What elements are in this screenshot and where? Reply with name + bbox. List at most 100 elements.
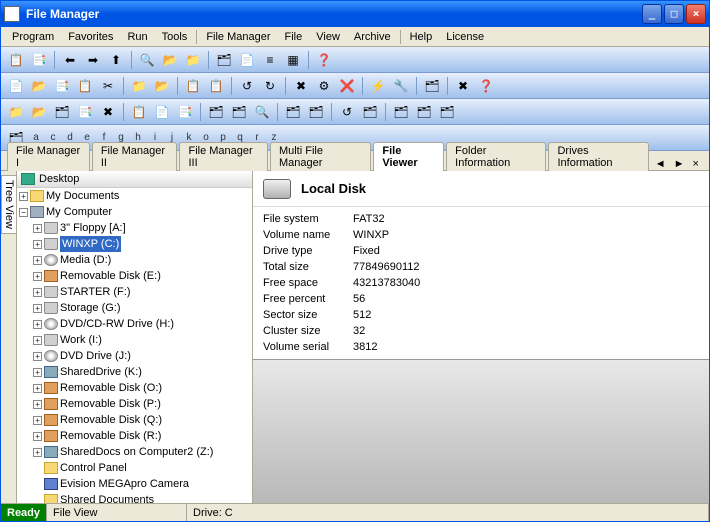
toolbar-button[interactable]: 📂 <box>28 101 50 123</box>
toolbar-button[interactable]: 📑 <box>74 101 96 123</box>
tree-item[interactable]: SharedDrive (K:) <box>60 364 142 380</box>
toolbar-button[interactable]: 🗂 <box>390 101 412 123</box>
toolbar-button[interactable]: ⚡ <box>367 75 389 97</box>
toolbar-button[interactable]: ⬆ <box>105 49 127 71</box>
menu-file[interactable]: File <box>278 29 310 45</box>
tree-item[interactable]: Shared Documents <box>60 492 154 503</box>
toolbar-button[interactable]: ▦ <box>282 49 304 71</box>
tree-root-label[interactable]: Desktop <box>39 173 79 185</box>
toolbar-button[interactable]: 📑 <box>174 101 196 123</box>
toolbar-button[interactable]: ✖ <box>452 75 474 97</box>
toolbar-button[interactable]: 🗂 <box>51 101 73 123</box>
toolbar-button[interactable]: 📂 <box>159 49 181 71</box>
tree-item[interactable]: STARTER (F:) <box>60 284 130 300</box>
menu-file-manager[interactable]: File Manager <box>199 29 277 45</box>
toolbar-button[interactable]: ↻ <box>259 75 281 97</box>
toolbar-button[interactable]: 📑 <box>51 75 73 97</box>
toolbar-button[interactable]: 📁 <box>5 101 27 123</box>
expand-toggle[interactable]: + <box>33 224 42 233</box>
tab-next-button[interactable]: ► <box>670 158 689 170</box>
toolbar-button[interactable]: ❓ <box>313 49 335 71</box>
toolbar-button[interactable]: ≡ <box>259 49 281 71</box>
tree-item[interactable]: Removable Disk (E:) <box>60 268 161 284</box>
toolbar-button[interactable]: 🗂 <box>305 101 327 123</box>
toolbar-button[interactable]: 📁 <box>128 75 150 97</box>
tree-item[interactable]: Storage (G:) <box>60 300 121 316</box>
expand-toggle[interactable]: + <box>33 448 42 457</box>
toolbar-button[interactable]: 🗂 <box>436 101 458 123</box>
side-tab-label[interactable]: Tree View <box>1 175 17 234</box>
menu-tools[interactable]: Tools <box>155 29 195 45</box>
expand-toggle[interactable]: + <box>33 352 42 361</box>
toolbar-button[interactable]: 📂 <box>151 75 173 97</box>
toolbar-button[interactable]: ↺ <box>236 75 258 97</box>
menu-run[interactable]: Run <box>120 29 154 45</box>
toolbar-button[interactable]: 🗂 <box>213 49 235 71</box>
toolbar-button[interactable]: ✂ <box>97 75 119 97</box>
minimize-button[interactable]: _ <box>642 4 662 24</box>
tab-file-manager-i[interactable]: File Manager I <box>7 142 90 171</box>
toolbar-button[interactable]: 🔍 <box>251 101 273 123</box>
tree-view[interactable]: Desktop + My Documents − My Computer +3" F… <box>17 171 253 503</box>
expand-toggle[interactable]: − <box>19 208 28 217</box>
expand-toggle[interactable]: + <box>33 432 42 441</box>
tree-item[interactable]: My Documents <box>46 188 119 204</box>
menu-program[interactable]: Program <box>5 29 61 45</box>
expand-toggle[interactable]: + <box>33 368 42 377</box>
expand-toggle[interactable]: + <box>33 304 42 313</box>
tree-item[interactable]: Removable Disk (P:) <box>60 396 161 412</box>
menu-help[interactable]: Help <box>403 29 440 45</box>
expand-toggle[interactable]: + <box>33 384 42 393</box>
tab-file-viewer[interactable]: File Viewer <box>373 142 444 171</box>
expand-toggle[interactable]: + <box>19 192 28 201</box>
toolbar-button[interactable]: 📁 <box>182 49 204 71</box>
menu-view[interactable]: View <box>309 29 347 45</box>
toolbar-button[interactable]: 🔍 <box>136 49 158 71</box>
expand-toggle[interactable]: + <box>33 336 42 345</box>
toolbar-button[interactable]: 📄 <box>236 49 258 71</box>
menu-license[interactable]: License <box>439 29 491 45</box>
tree-item[interactable]: Removable Disk (R:) <box>60 428 161 444</box>
tab-multi-file-manager[interactable]: Multi File Manager <box>270 142 371 171</box>
toolbar-button[interactable]: 📄 <box>151 101 173 123</box>
toolbar-button[interactable]: ❌ <box>336 75 358 97</box>
tree-item[interactable]: Work (I:) <box>60 332 102 348</box>
toolbar-button[interactable]: 🗂 <box>228 101 250 123</box>
expand-toggle[interactable]: + <box>33 416 42 425</box>
toolbar-button[interactable]: 📄 <box>5 75 27 97</box>
expand-toggle[interactable]: + <box>33 256 42 265</box>
tab-file-manager-ii[interactable]: File Manager II <box>92 142 178 171</box>
toolbar-button[interactable]: ⚙ <box>313 75 335 97</box>
toolbar-button[interactable]: 🗂 <box>359 101 381 123</box>
tree-item[interactable]: DVD/CD-RW Drive (H:) <box>60 316 174 332</box>
expand-toggle[interactable]: + <box>33 320 42 329</box>
tab-close-button[interactable]: × <box>689 158 703 170</box>
tab-folder-information[interactable]: Folder Information <box>446 142 546 171</box>
toolbar-button[interactable]: ✖ <box>97 101 119 123</box>
toolbar-button[interactable]: 📑 <box>28 49 50 71</box>
toolbar-button[interactable]: 🗂 <box>421 75 443 97</box>
expand-toggle[interactable]: + <box>33 240 42 249</box>
toolbar-button[interactable]: 📋 <box>74 75 96 97</box>
tree-item[interactable]: 3" Floppy [A:] <box>60 220 126 236</box>
toolbar-button[interactable]: ❓ <box>475 75 497 97</box>
tree-item[interactable]: My Computer <box>46 204 112 220</box>
toolbar-button[interactable]: ↺ <box>336 101 358 123</box>
tree-item[interactable]: DVD Drive (J:) <box>60 348 131 364</box>
toolbar-button[interactable]: ✖ <box>290 75 312 97</box>
toolbar-button[interactable]: 🗂 <box>413 101 435 123</box>
tree-item[interactable]: Media (D:) <box>60 252 111 268</box>
toolbar-button[interactable]: ⬅ <box>59 49 81 71</box>
expand-toggle[interactable]: + <box>33 400 42 409</box>
toolbar-button[interactable]: 📂 <box>28 75 50 97</box>
expand-toggle[interactable]: + <box>33 272 42 281</box>
toolbar-button[interactable]: 🔧 <box>390 75 412 97</box>
toolbar-button[interactable]: 📋 <box>205 75 227 97</box>
close-button[interactable]: × <box>686 4 706 24</box>
tree-item[interactable]: Evision MEGApro Camera <box>60 476 189 492</box>
tab-prev-button[interactable]: ◄ <box>651 158 670 170</box>
tree-item[interactable]: SharedDocs on Computer2 (Z:) <box>60 444 213 460</box>
toolbar-button[interactable]: 📋 <box>5 49 27 71</box>
menu-archive[interactable]: Archive <box>347 29 398 45</box>
expand-toggle[interactable]: + <box>33 288 42 297</box>
